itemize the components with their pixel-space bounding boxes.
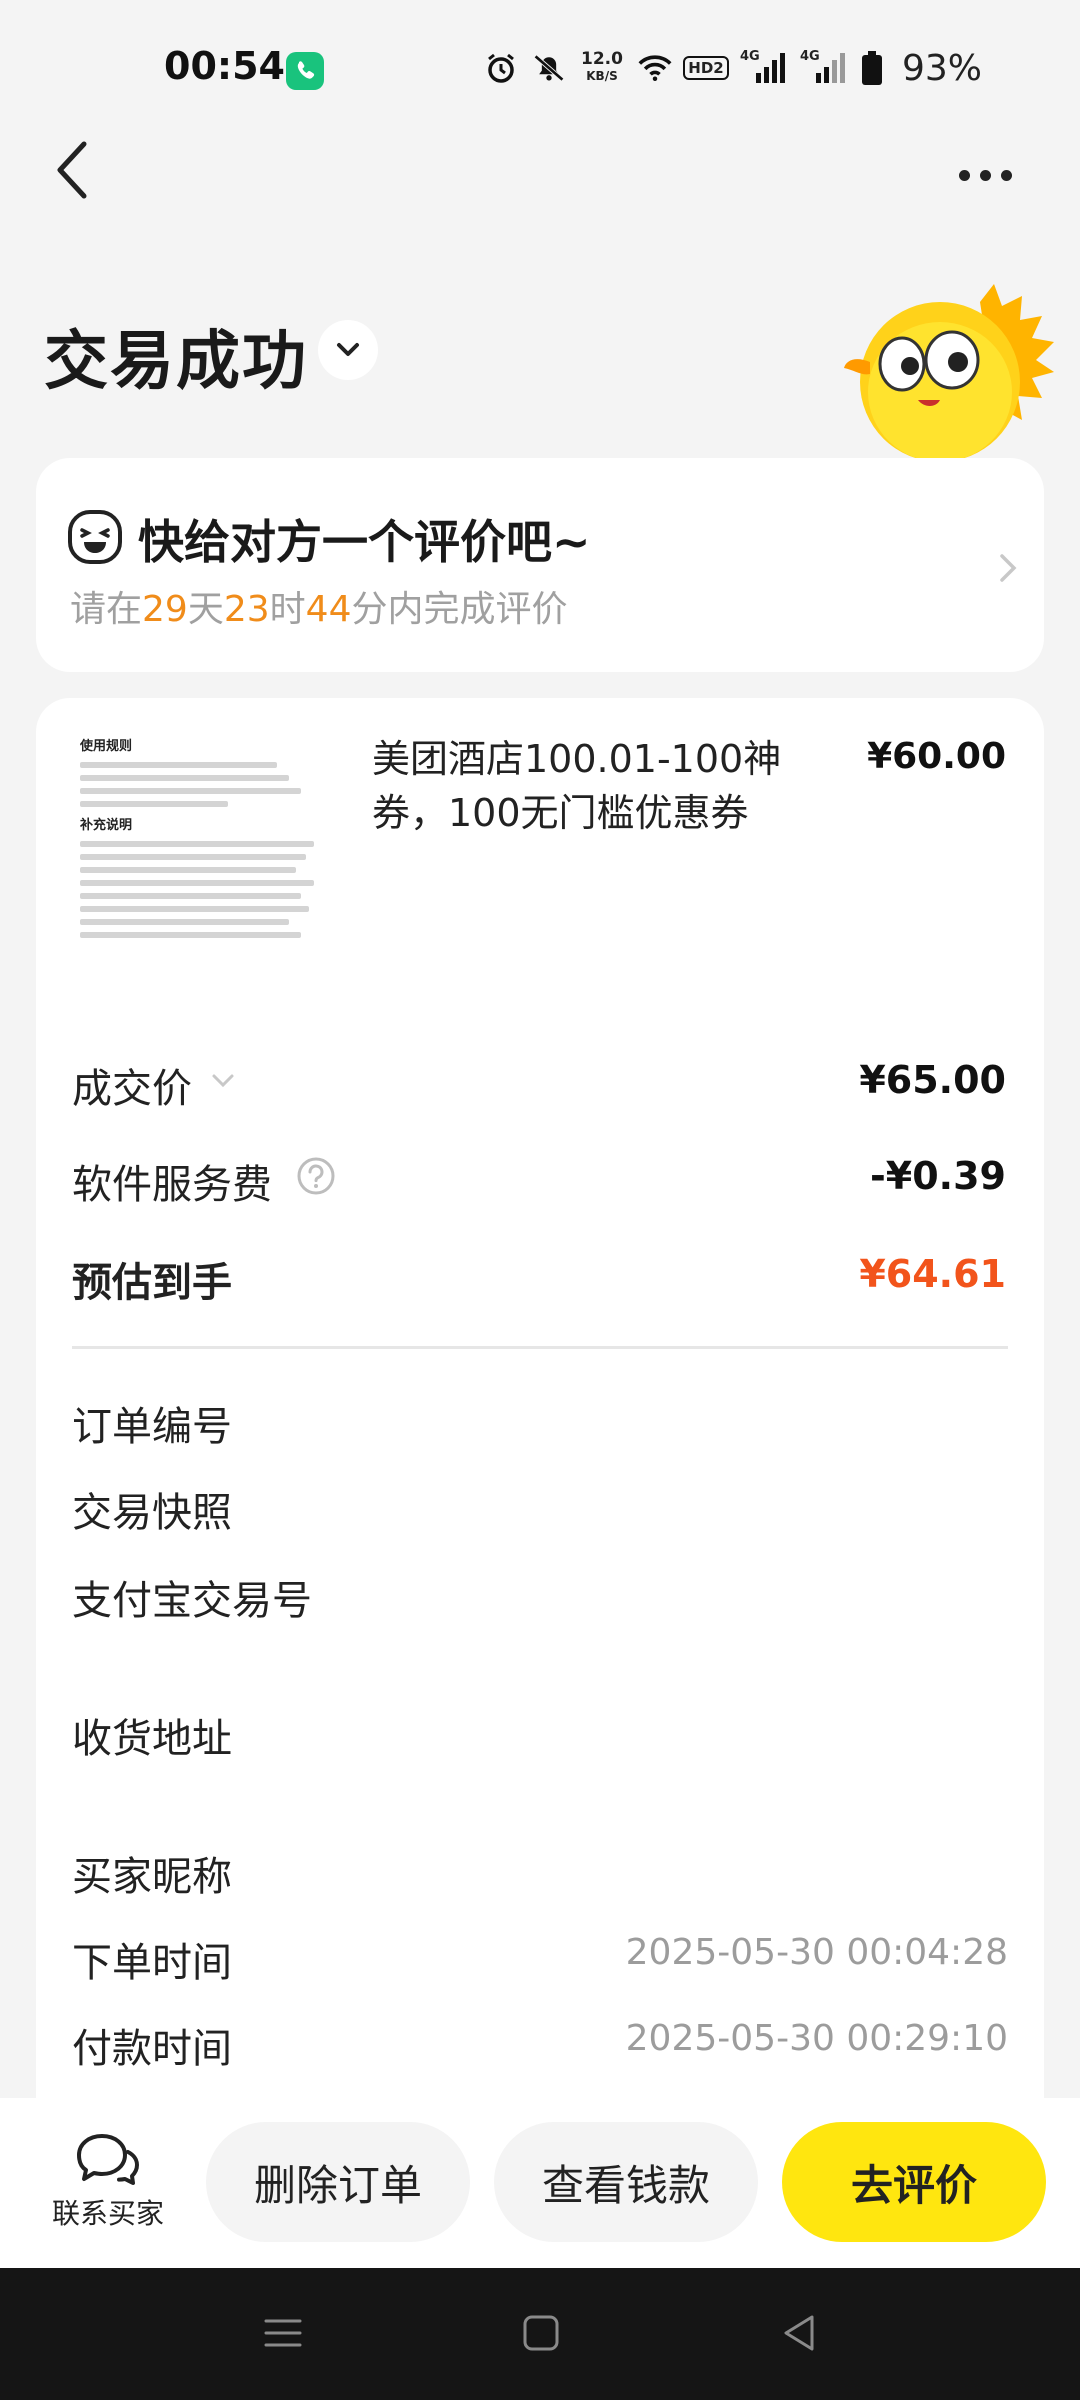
deadline-hours-unit: 时 xyxy=(269,589,306,630)
page-title: 交易成功 xyxy=(44,325,308,399)
back-triangle-icon[interactable] xyxy=(774,2308,824,2358)
service-fee-value: -¥0.39 xyxy=(870,1154,1006,1198)
deal-price-label[interactable]: 成交价 xyxy=(72,1056,192,1114)
alipay-trade-no-label: 支付宝交易号 xyxy=(72,1578,312,1624)
net-speed-unit: KB/S xyxy=(586,69,618,83)
hd-icon: HD2 xyxy=(683,51,729,85)
signal-1-label: 4G xyxy=(740,49,760,64)
status-time: 00:54 xyxy=(164,44,285,88)
product-price: ¥60.00 xyxy=(867,736,1006,777)
buyer-nickname-label: 买家昵称 xyxy=(72,1854,232,1900)
mascot-fish-illustration xyxy=(830,282,1070,462)
chevron-right-icon xyxy=(996,550,1020,586)
order-time-label: 下单时间 xyxy=(72,1940,232,1986)
write-review-button[interactable]: 去评价 xyxy=(782,2122,1046,2242)
battery-level: 93% xyxy=(902,47,983,89)
payment-time-label: 付款时间 xyxy=(72,2026,232,2072)
net-income-value: ¥64.61 xyxy=(859,1252,1006,1296)
help-circle-icon[interactable] xyxy=(296,1156,336,1196)
divider xyxy=(72,1346,1008,1349)
rating-prompt-title: 快给对方一个评价吧~ xyxy=(138,515,591,569)
more-button[interactable] xyxy=(950,160,1020,190)
order-number-label: 订单编号 xyxy=(72,1404,232,1450)
shipping-address-label: 收货地址 xyxy=(72,1716,232,1762)
net-speed-value: 12.0 xyxy=(581,49,623,69)
contact-buyer-button[interactable]: 联系买家 xyxy=(40,2130,176,2250)
chevron-down-icon[interactable] xyxy=(208,1066,238,1096)
alarm-icon xyxy=(484,51,518,85)
rating-deadline: 请在29天23时44分内完成评价 xyxy=(70,580,568,632)
system-icons: 12.0 KB/S HD2 4G 4G 93% xyxy=(484,46,982,90)
delete-order-button[interactable]: 删除订单 xyxy=(206,2122,470,2242)
net-income-label: 预估到手 xyxy=(72,1260,232,1306)
trade-snapshot-label[interactable]: 交易快照 xyxy=(72,1480,232,1538)
signal-icon-1: 4G xyxy=(740,49,786,85)
deadline-minutes: 44 xyxy=(305,589,352,630)
more-dot xyxy=(958,169,970,181)
deadline-prefix: 请在 xyxy=(70,589,143,630)
deadline-days-unit: 天 xyxy=(187,589,224,630)
status-expand-button[interactable] xyxy=(318,320,378,380)
menu-icon[interactable] xyxy=(258,2308,308,2358)
service-fee-label: 软件服务费 xyxy=(72,1162,272,1208)
view-payment-button[interactable]: 查看钱款 xyxy=(494,2122,758,2242)
chevron-down-icon xyxy=(337,343,359,356)
contact-buyer-label: 联系买家 xyxy=(51,2197,164,2230)
order-time-value: 2025-05-30 00:04:28 xyxy=(625,1932,1008,1973)
chevron-left-icon xyxy=(57,141,87,199)
chat-bubbles-icon xyxy=(72,2130,144,2190)
wifi-icon xyxy=(638,51,672,85)
deadline-minutes-unit: 分内完成评价 xyxy=(351,589,568,630)
hd-label: HD2 xyxy=(683,56,729,80)
thumb-heading: 使用规则 xyxy=(80,739,133,754)
battery-icon xyxy=(860,51,884,85)
thumb-heading-2: 补充说明 xyxy=(80,818,133,833)
more-dot xyxy=(979,169,991,181)
mute-icon xyxy=(532,51,566,85)
signal-icon-2: 4G xyxy=(800,49,846,85)
home-square-icon[interactable] xyxy=(516,2308,566,2358)
back-button[interactable] xyxy=(48,136,98,206)
payment-time-value: 2025-05-30 00:29:10 xyxy=(625,2018,1008,2059)
deal-price-value: ¥65.00 xyxy=(859,1058,1006,1102)
deadline-days: 29 xyxy=(142,589,188,630)
product-name[interactable]: 美团酒店100.01-100神券，100无门槛优惠券 xyxy=(372,732,812,840)
deadline-hours: 23 xyxy=(223,589,270,630)
net-speed: 12.0 KB/S xyxy=(580,51,624,85)
phone-call-icon[interactable] xyxy=(286,52,324,90)
more-dot xyxy=(1000,169,1012,181)
signal-2-label: 4G xyxy=(800,49,820,64)
product-thumbnail[interactable]: 使用规则 补充说明 xyxy=(72,726,334,1004)
laughing-face-icon xyxy=(66,508,124,566)
